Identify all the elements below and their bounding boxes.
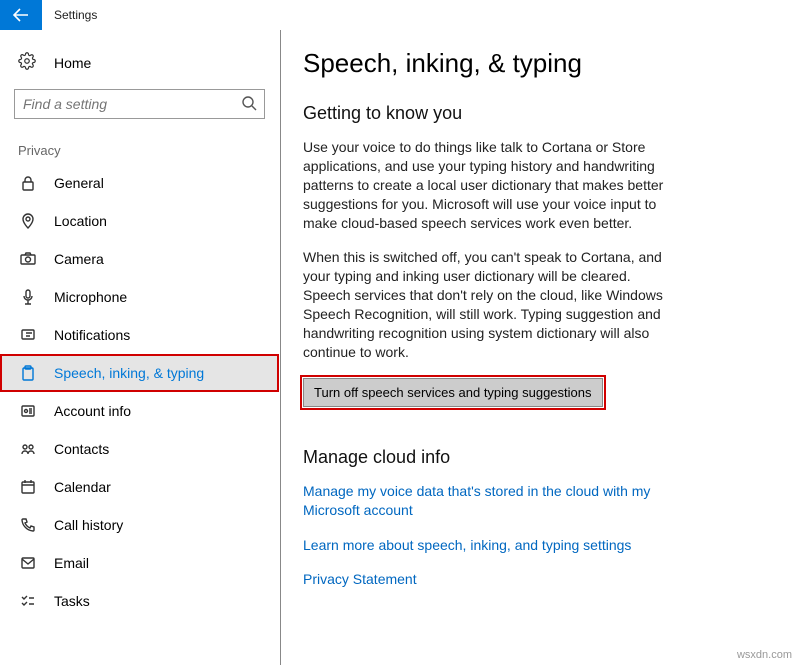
camera-icon <box>18 250 38 268</box>
sidebar-item-call-history[interactable]: Call history <box>0 506 279 544</box>
location-icon <box>18 212 38 230</box>
page-title: Speech, inking, & typing <box>303 48 772 79</box>
turn-off-speech-button[interactable]: Turn off speech services and typing sugg… <box>303 378 603 407</box>
sidebar-item-label: Tasks <box>54 593 90 609</box>
back-button[interactable] <box>0 0 42 30</box>
titlebar: Settings <box>0 0 800 30</box>
arrow-left-icon <box>13 7 29 23</box>
section-title-manage-cloud-info: Manage cloud info <box>303 447 772 468</box>
body-paragraph-1: Use your voice to do things like talk to… <box>303 138 673 232</box>
sidebar-item-label: Email <box>54 555 89 571</box>
contacts-icon <box>18 440 38 458</box>
account-icon <box>18 402 38 420</box>
sidebar-item-general[interactable]: General <box>0 164 279 202</box>
sidebar-item-speech-inking-typing[interactable]: Speech, inking, & typing <box>0 354 279 392</box>
email-icon <box>18 554 38 572</box>
sidebar-item-camera[interactable]: Camera <box>0 240 279 278</box>
sidebar-item-label: Account info <box>54 403 131 419</box>
search-wrap <box>14 89 265 119</box>
tasks-icon <box>18 592 38 610</box>
watermark: wsxdn.com <box>737 649 792 661</box>
sidebar-item-label: General <box>54 175 104 191</box>
sidebar-item-label: Contacts <box>54 441 109 457</box>
section-title-getting-to-know-you: Getting to know you <box>303 103 772 124</box>
sidebar-item-microphone[interactable]: Microphone <box>0 278 279 316</box>
sidebar-item-email[interactable]: Email <box>0 544 279 582</box>
link-privacy-statement[interactable]: Privacy Statement <box>303 570 673 589</box>
clipboard-icon <box>18 364 38 382</box>
lock-icon <box>18 174 38 192</box>
sidebar-item-label: Speech, inking, & typing <box>54 365 204 381</box>
sidebar-item-tasks[interactable]: Tasks <box>0 582 279 620</box>
window-title: Settings <box>42 8 97 22</box>
sidebar-item-label: Calendar <box>54 479 111 495</box>
microphone-icon <box>18 288 38 306</box>
sidebar-item-account-info[interactable]: Account info <box>0 392 279 430</box>
home-label: Home <box>54 55 91 71</box>
search-icon <box>241 95 257 111</box>
link-manage-voice-data[interactable]: Manage my voice data that's stored in th… <box>303 482 673 520</box>
calendar-icon <box>18 478 38 496</box>
notifications-icon <box>18 326 38 344</box>
sidebar-item-notifications[interactable]: Notifications <box>0 316 279 354</box>
search-input[interactable] <box>14 89 265 119</box>
body-paragraph-2: When this is switched off, you can't spe… <box>303 248 673 361</box>
sidebar-item-label: Location <box>54 213 107 229</box>
sidebar-item-location[interactable]: Location <box>0 202 279 240</box>
main-panel: Speech, inking, & typing Getting to know… <box>280 30 800 665</box>
gear-icon <box>18 52 38 73</box>
sidebar-item-calendar[interactable]: Calendar <box>0 468 279 506</box>
sidebar-item-label: Camera <box>54 251 104 267</box>
sidebar-item-label: Notifications <box>54 327 130 343</box>
link-learn-more[interactable]: Learn more about speech, inking, and typ… <box>303 536 673 555</box>
sidebar-item-contacts[interactable]: Contacts <box>0 430 279 468</box>
home-button[interactable]: Home <box>0 42 279 83</box>
group-header-privacy: Privacy <box>0 135 279 164</box>
sidebar: Home Privacy General Location Camera Mic… <box>0 30 280 665</box>
sidebar-item-label: Call history <box>54 517 123 533</box>
sidebar-item-label: Microphone <box>54 289 127 305</box>
phone-icon <box>18 516 38 534</box>
